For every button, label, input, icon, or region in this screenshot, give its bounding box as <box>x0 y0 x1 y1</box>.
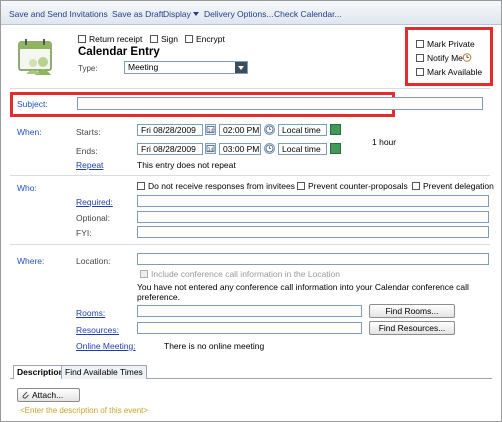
rooms-input[interactable] <box>137 305 362 317</box>
timezone-globe-icon[interactable] <box>330 143 341 154</box>
subject-input[interactable] <box>77 97 483 110</box>
svg-text:14: 14 <box>208 147 214 153</box>
resources-input[interactable] <box>137 322 362 334</box>
location-input[interactable] <box>137 253 489 265</box>
optional-attendees-input[interactable] <box>137 211 489 223</box>
display-label: Display <box>163 9 191 19</box>
timezone-globe-icon[interactable] <box>330 124 341 135</box>
fyi-label: FYI: <box>76 228 92 238</box>
calendar-picker-icon[interactable]: 14 <box>205 124 216 135</box>
optional-label: Optional: <box>76 213 111 223</box>
svg-text:14: 14 <box>208 128 214 134</box>
divider <box>10 244 490 245</box>
tab-description[interactable]: Description <box>13 365 68 379</box>
mark-available-label: Mark Available <box>427 67 483 77</box>
divider <box>10 88 490 89</box>
paperclip-icon <box>21 390 30 403</box>
ends-label: Ends: <box>76 146 98 156</box>
prevent-delegation-label: Prevent delegation <box>423 181 494 191</box>
alarm-clock-icon[interactable] <box>462 52 472 62</box>
page-title: Calendar Entry <box>78 46 160 58</box>
required-link[interactable]: Required: <box>76 197 113 207</box>
sign-label: Sign <box>161 34 179 44</box>
chevron-down-icon <box>192 12 199 16</box>
dropdown-arrow-icon <box>235 62 247 73</box>
save-send-invitations-button[interactable]: Save and Send Invitations <box>9 9 108 19</box>
end-timezone-field[interactable]: Local time <box>278 143 327 155</box>
mark-available-checkbox[interactable] <box>416 68 424 76</box>
save-as-draft-button[interactable]: Save as Draft <box>112 9 164 19</box>
notify-me-checkbox[interactable] <box>416 54 424 62</box>
resources-link[interactable]: Resources: <box>76 325 119 335</box>
divider <box>10 175 490 176</box>
prevent-delegation-checkbox[interactable] <box>412 182 420 190</box>
notify-me-label: Notify Me <box>427 53 463 63</box>
encrypt-label: Encrypt <box>196 34 225 44</box>
attach-label: Attach... <box>32 390 64 400</box>
fyi-attendees-input[interactable] <box>137 226 489 238</box>
when-label: When: <box>17 127 42 137</box>
check-calendar-button[interactable]: Check Calendar... <box>274 9 342 19</box>
type-select[interactable]: Meeting <box>124 61 248 74</box>
return-receipt-checkbox[interactable] <box>78 35 86 43</box>
who-label: Who: <box>17 183 37 193</box>
attach-button[interactable]: Attach... <box>17 388 80 402</box>
repeat-link[interactable]: Repeat <box>76 160 103 170</box>
prevent-counter-proposals-checkbox[interactable] <box>297 182 305 190</box>
duration-text: 1 hour <box>372 137 397 147</box>
clock-icon[interactable] <box>264 124 275 135</box>
include-conference-label: Include conference call information in t… <box>151 269 341 279</box>
start-date-field[interactable]: Fri 08/28/2009 <box>137 124 203 136</box>
no-responses-label: Do not receive responses from invitees <box>148 181 295 191</box>
encrypt-checkbox[interactable] <box>185 35 193 43</box>
repeat-status-text: This entry does not repeat <box>137 160 236 170</box>
action-toolbar: Save and Send Invitations Save as Draft … <box>1 1 501 25</box>
type-label: Type: <box>78 64 98 73</box>
calendar-entry-icon <box>17 38 57 76</box>
end-time-field[interactable]: 03:00 PM <box>219 143 261 155</box>
include-conference-checkbox[interactable] <box>140 270 148 278</box>
sign-checkbox[interactable] <box>150 35 158 43</box>
description-placeholder[interactable]: <Enter the description of this event> <box>20 406 148 415</box>
conference-note-line2: preference. <box>137 292 180 302</box>
mark-private-checkbox[interactable] <box>416 40 424 48</box>
delivery-options-button[interactable]: Delivery Options... <box>204 9 273 19</box>
return-receipt-label: Return receipt <box>89 34 143 44</box>
online-meeting-status: There is no online meeting <box>164 341 265 351</box>
type-value: Meeting <box>128 62 159 72</box>
find-rooms-button[interactable]: Find Rooms... <box>369 304 455 318</box>
mark-private-label: Mark Private <box>427 39 475 49</box>
display-menu[interactable]: Display <box>163 9 199 19</box>
location-label: Location: <box>76 256 111 266</box>
required-attendees-input[interactable] <box>137 195 489 207</box>
rooms-link[interactable]: Rooms: <box>76 308 105 318</box>
start-time-field[interactable]: 02:00 PM <box>219 124 261 136</box>
conference-note-line1: You have not entered any conference call… <box>137 282 469 292</box>
starts-label: Starts: <box>76 127 101 137</box>
subject-label: Subject: <box>17 99 48 109</box>
tab-find-available-times[interactable]: Find Available Times <box>61 365 147 379</box>
prevent-counter-proposals-label: Prevent counter-proposals <box>308 181 408 191</box>
no-responses-checkbox[interactable] <box>137 182 145 190</box>
end-date-field[interactable]: Fri 08/28/2009 <box>137 143 203 155</box>
find-resources-button[interactable]: Find Resources... <box>369 321 455 335</box>
where-label: Where: <box>17 256 45 266</box>
online-meeting-link[interactable]: Online Meeting: <box>76 341 136 351</box>
calendar-picker-icon[interactable]: 14 <box>205 143 216 154</box>
clock-icon[interactable] <box>264 143 275 154</box>
start-timezone-field[interactable]: Local time <box>278 124 327 136</box>
